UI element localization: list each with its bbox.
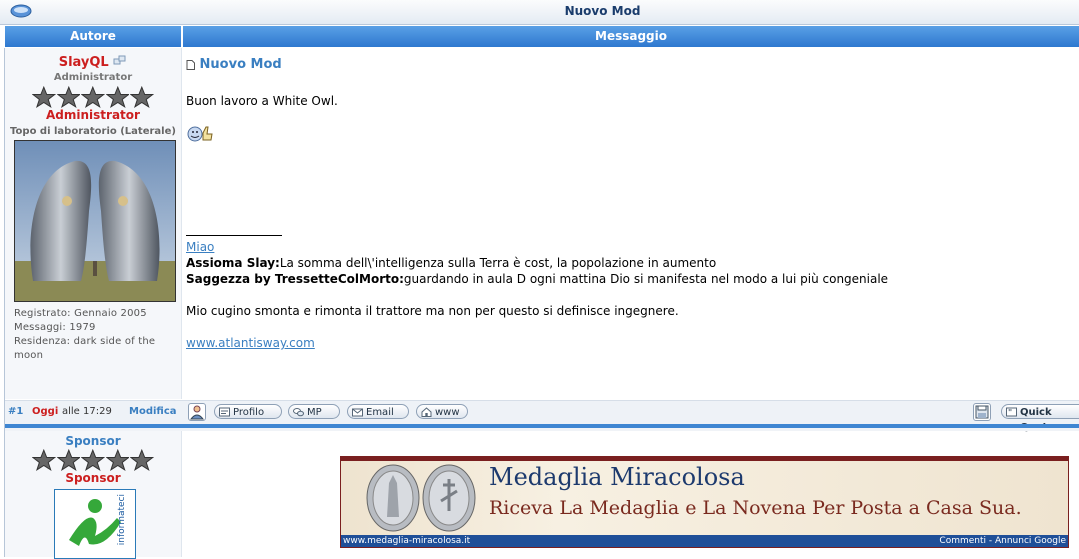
signature-divider: [186, 235, 282, 236]
online-status-icon: [113, 55, 126, 65]
signature-saggezza-label: Saggezza by TressetteColMorto:: [186, 272, 404, 286]
avatar: [14, 140, 176, 302]
author-registered: Registrato: Gennaio 2005: [14, 308, 147, 319]
user-icon[interactable]: [188, 403, 206, 421]
home-icon: [421, 407, 432, 417]
sponsor-rank: Sponsor: [65, 471, 121, 485]
profile-card-icon: [219, 407, 230, 417]
signature-link-miao[interactable]: Miao: [186, 240, 214, 254]
sponsor-logo[interactable]: informateci: [54, 489, 136, 559]
post-footer: #1 Oggi alle 17:29 Modifica Profilo MP E…: [5, 400, 1079, 433]
sponsor-logo-text: informateci: [117, 494, 127, 546]
ad-title: Medaglia Miracolosa: [489, 463, 745, 491]
author-name[interactable]: SlayQL: [59, 55, 109, 70]
miraculous-medal-image: [366, 464, 476, 532]
author-role: Administrator: [53, 72, 133, 83]
author-messages: Messaggi: 1979: [14, 322, 96, 333]
signature-slay-label: Assioma Slay:: [186, 256, 280, 270]
ad-subtitle: Riceva La Medaglia e La Novena Per Posta…: [489, 497, 1022, 519]
post-day: Oggi: [32, 406, 59, 417]
author-residence: Residenza: dark side of the: [14, 336, 156, 347]
email-button[interactable]: Email: [347, 404, 409, 419]
profile-button[interactable]: Profilo: [214, 404, 282, 419]
signature-slay-text: La somma dell\'intelligenza sulla Terra …: [279, 256, 717, 270]
quote-icon: ": [1006, 407, 1017, 417]
post-title: Nuovo Mod: [199, 57, 282, 72]
private-message-button[interactable]: MP: [288, 404, 340, 419]
ad-url[interactable]: www.medaglia-miracolosa.it: [343, 535, 470, 547]
svg-text:": ": [1008, 408, 1012, 417]
thread-title: Nuovo Mod: [564, 4, 641, 18]
signature-website-link[interactable]: www.atlantisway.com: [186, 336, 315, 350]
edit-link[interactable]: Modifica: [129, 406, 177, 417]
author-column-header: Autore: [5, 26, 181, 47]
advertisement-banner[interactable]: Medaglia Miracolosa Riceva La Medaglia e…: [340, 456, 1069, 548]
signature-cousin-quote: Mio cugino smonta e rimonta il trattore …: [186, 304, 679, 318]
thumbs-up-smiley-icon: [187, 126, 213, 142]
sponsor-rank-stars: [32, 449, 154, 471]
post-body: Buon lavoro a White Owl.: [186, 94, 338, 108]
window-titlebar: Nuovo Mod: [0, 0, 1079, 25]
chat-bubbles-icon: [293, 408, 304, 417]
rank-stars: [32, 86, 154, 108]
author-residence-continued: moon: [14, 350, 44, 361]
author-custom-title: Topo di laboratorio (Laterale): [10, 126, 176, 137]
post-number[interactable]: #1: [8, 406, 23, 417]
post-document-icon: [186, 59, 195, 70]
website-button[interactable]: www: [416, 404, 468, 419]
signature-saggezza-text: guardando in aula D ogni mattina Dio si …: [403, 272, 889, 286]
sponsor-name: Sponsor: [65, 434, 121, 448]
post-time: alle 17:29: [62, 406, 112, 417]
message-column-header: Messaggio: [183, 26, 1079, 47]
envelope-icon: [352, 408, 363, 417]
quick-quote-button[interactable]: " Quick Quote: [1001, 404, 1079, 433]
save-icon[interactable]: [973, 403, 991, 421]
ad-google-label[interactable]: Commenti - Annunci Google: [939, 535, 1066, 547]
author-rank: Administrator: [46, 108, 140, 122]
